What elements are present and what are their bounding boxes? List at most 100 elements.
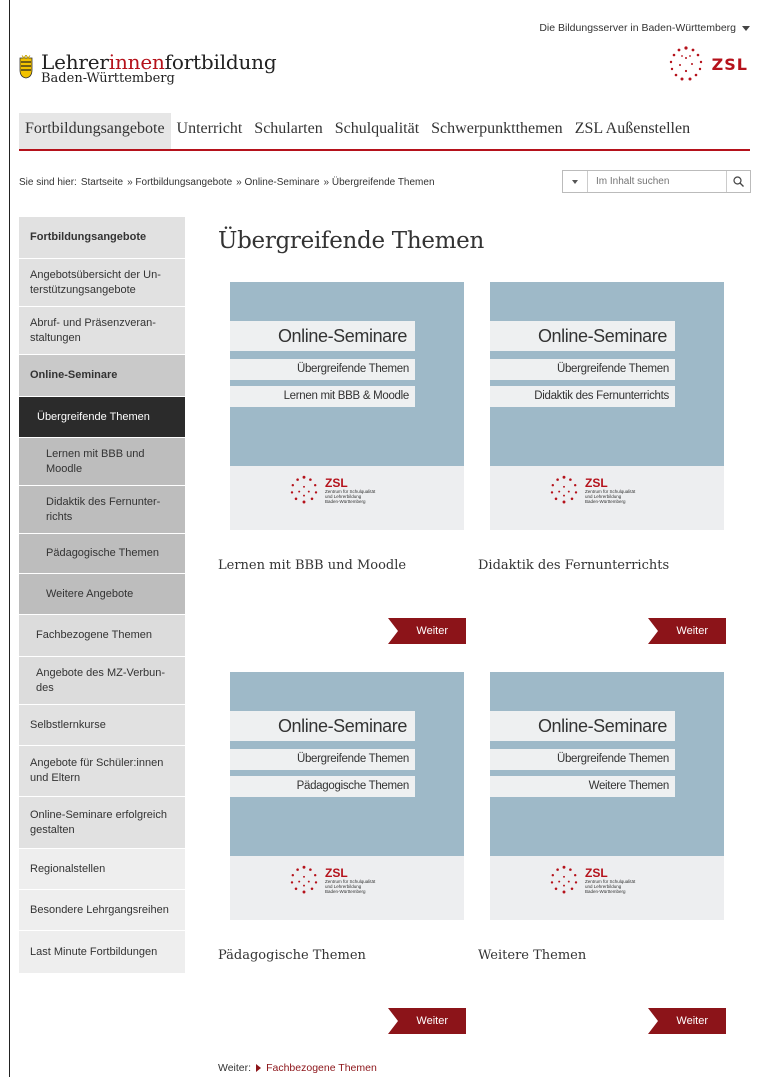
card-image[interactable]: Online-Seminare Übergreifende Themen Did…	[490, 282, 724, 530]
zsl-dots-icon	[550, 475, 578, 504]
card-image[interactable]: Online-Seminare Übergreifende Themen Ler…	[230, 282, 464, 530]
card-image-heading: Online-Seminare	[490, 711, 675, 741]
zsl-thumb-logo: ZSL Zentrum für Schulqualität und Lehrer…	[288, 864, 375, 896]
zsl-thumb-line1: Zentrum für Schulqualität	[325, 878, 376, 884]
breadcrumb: Sie sind hier: Startseite » Fortbildungs…	[19, 177, 435, 188]
search-icon	[733, 176, 744, 187]
zsl-dots-icon	[550, 865, 578, 894]
card-image-topic: Lernen mit BBB & Moodle	[230, 386, 415, 407]
zsl-dots-icon	[290, 475, 318, 504]
next-prefix: Weiter:	[218, 1062, 252, 1074]
nav-unterricht[interactable]: Unterricht	[171, 113, 249, 149]
caret-down-icon	[742, 25, 750, 31]
card-image[interactable]: Online-Seminare Übergreifende Themen Päd…	[230, 672, 464, 920]
zsl-thumb-line1: Zentrum für Schulqualität	[585, 878, 636, 884]
breadcrumb-startseite[interactable]: Startseite	[81, 177, 123, 188]
page-title: Übergreifende Themen	[218, 228, 484, 254]
zsl-thumb-line1: Zentrum für Schulqualität	[325, 488, 376, 494]
sidebar-item-angebote-schueler-eltern[interactable]: Angebote für Schüler:innen und Eltern	[19, 746, 185, 797]
zsl-thumb-name: ZSL	[325, 865, 348, 880]
sidebar-item-lernen-bbb-moodle[interactable]: Lernen mit BBB und Moodle	[19, 438, 185, 486]
arrow-right-icon	[256, 1064, 262, 1072]
zsl-thumb-name: ZSL	[585, 475, 608, 490]
zsl-thumb-line3: Baden-Württemberg	[585, 498, 626, 504]
caret-down-icon	[572, 179, 578, 184]
next-link[interactable]: Fachbezogene Themen	[266, 1062, 377, 1074]
zsl-dots-icon	[669, 46, 702, 81]
weiter-button[interactable]: Weiter	[388, 1008, 466, 1034]
breadcrumb-online-seminare[interactable]: » Online-Seminare	[236, 177, 319, 188]
card-title[interactable]: Didaktik des Fernunterrichts	[478, 558, 669, 573]
search-scope-dropdown[interactable]	[563, 171, 588, 192]
card-image-topic: Didaktik des Fernunterrichts	[490, 386, 675, 407]
sidebar-item-last-minute[interactable]: Last Minute Fortbildungen	[19, 931, 185, 974]
zsl-thumb-name: ZSL	[325, 475, 348, 490]
card-image-category: Übergreifende Themen	[230, 749, 415, 770]
card-image-heading: Online-Seminare	[490, 321, 675, 351]
card-image[interactable]: Online-Seminare Übergreifende Themen Wei…	[490, 672, 724, 920]
zsl-logo[interactable]: ZSL	[666, 44, 748, 84]
next-page-link: Weiter: Fachbezogene Themen	[218, 1062, 377, 1074]
search-input[interactable]	[588, 171, 726, 192]
sidebar-item-didaktik-fernunterricht[interactable]: Didaktik des Fernunter-richts	[19, 486, 185, 534]
weiter-button[interactable]: Weiter	[388, 618, 466, 644]
card-image-topic: Pädagogische Themen	[230, 776, 415, 797]
page-border	[9, 0, 10, 1077]
zsl-thumb-line3: Baden-Württemberg	[325, 498, 366, 504]
nav-schulqualitaet[interactable]: Schulqualität	[329, 113, 425, 149]
zsl-thumb-line1: Zentrum für Schulqualität	[585, 488, 636, 494]
bildungsserver-label: Die Bildungsserver in Baden-Württemberg	[539, 22, 736, 34]
search-box	[562, 170, 751, 193]
sidebar-item-abruf-praesenz[interactable]: Abruf- und Präsenzveran-staltungen	[19, 307, 185, 355]
zsl-thumb-logo: ZSL Zentrum für Schulqualität und Lehrer…	[288, 474, 375, 506]
zsl-thumb-name: ZSL	[585, 865, 608, 880]
sidebar-item-online-seminare-gestalten[interactable]: Online-Seminare erfolgreich gestalten	[19, 797, 185, 849]
bildungsserver-dropdown[interactable]: Die Bildungsserver in Baden-Württemberg	[539, 22, 750, 34]
sidebar: Fortbildungsangebote Angebotsübersicht d…	[19, 217, 185, 974]
card-title[interactable]: Pädagogische Themen	[218, 948, 366, 963]
card-image-banner-area: Online-Seminare Übergreifende Themen Ler…	[230, 282, 464, 466]
site-logo[interactable]: Lehrerinnenfortbildung Baden-Württemberg	[19, 50, 277, 86]
sidebar-item-regionalstellen[interactable]: Regionalstellen	[19, 849, 185, 890]
sidebar-item-angebotsuebersicht[interactable]: Angebotsübersicht der Un-terstützungsang…	[19, 259, 185, 307]
card-image-banner-area: Online-Seminare Übergreifende Themen Wei…	[490, 672, 724, 856]
zsl-thumb-logo: ZSL Zentrum für Schulqualität und Lehrer…	[548, 474, 635, 506]
card-image-category: Übergreifende Themen	[230, 359, 415, 380]
search-button[interactable]	[726, 171, 750, 192]
logo-title: Lehrerinnenfortbildung	[41, 50, 277, 74]
coat-of-arms-icon	[19, 55, 33, 79]
zsl-text: ZSL	[711, 54, 748, 74]
sidebar-item-fortbildungsangebote[interactable]: Fortbildungsangebote	[19, 217, 185, 259]
card-title[interactable]: Weitere Themen	[478, 948, 586, 963]
sidebar-item-fachbezogene-themen[interactable]: Fachbezogene Themen	[19, 615, 185, 657]
breadcrumb-current: » Übergreifende Themen	[323, 177, 435, 188]
card-image-heading: Online-Seminare	[230, 711, 415, 741]
main-navigation: Fortbildungsangebote Unterricht Schulart…	[19, 113, 750, 151]
zsl-thumb-logo: ZSL Zentrum für Schulqualität und Lehrer…	[548, 864, 635, 896]
weiter-button[interactable]: Weiter	[648, 618, 726, 644]
card-image-topic: Weitere Themen	[490, 776, 675, 797]
logo-subtitle: Baden-Württemberg	[41, 71, 175, 86]
card-image-category: Übergreifende Themen	[490, 359, 675, 380]
breadcrumb-fortbildungsangebote[interactable]: » Fortbildungsangebote	[127, 177, 232, 188]
nav-schwerpunktthemen[interactable]: Schwerpunktthemen	[425, 113, 569, 149]
nav-zsl-aussenstellen[interactable]: ZSL Außenstellen	[569, 113, 696, 149]
card-title[interactable]: Lernen mit BBB und Moodle	[218, 558, 406, 573]
card-image-banner-area: Online-Seminare Übergreifende Themen Did…	[490, 282, 724, 466]
card-image-banner-area: Online-Seminare Übergreifende Themen Päd…	[230, 672, 464, 856]
card-image-category: Übergreifende Themen	[490, 749, 675, 770]
nav-fortbildungsangebote[interactable]: Fortbildungsangebote	[19, 113, 171, 149]
sidebar-item-selbstlernkurse[interactable]: Selbstlernkurse	[19, 705, 185, 746]
nav-schularten[interactable]: Schularten	[248, 113, 328, 149]
sidebar-item-mz-verbund[interactable]: Angebote des MZ-Verbun-des	[19, 657, 185, 705]
sidebar-item-uebergreifende-themen[interactable]: Übergreifende Themen	[19, 397, 185, 438]
zsl-dots-icon	[290, 865, 318, 894]
breadcrumb-prefix: Sie sind hier:	[19, 177, 77, 188]
sidebar-item-besondere-lehrgangsreihen[interactable]: Besondere Lehrgangsreihen	[19, 890, 185, 931]
card-image-heading: Online-Seminare	[230, 321, 415, 351]
zsl-thumb-line3: Baden-Württemberg	[585, 888, 626, 894]
sidebar-item-weitere-angebote[interactable]: Weitere Angebote	[19, 574, 185, 615]
sidebar-item-online-seminare[interactable]: Online-Seminare	[19, 355, 185, 397]
sidebar-item-paedagogische-themen[interactable]: Pädagogische Themen	[19, 534, 185, 574]
weiter-button[interactable]: Weiter	[648, 1008, 726, 1034]
